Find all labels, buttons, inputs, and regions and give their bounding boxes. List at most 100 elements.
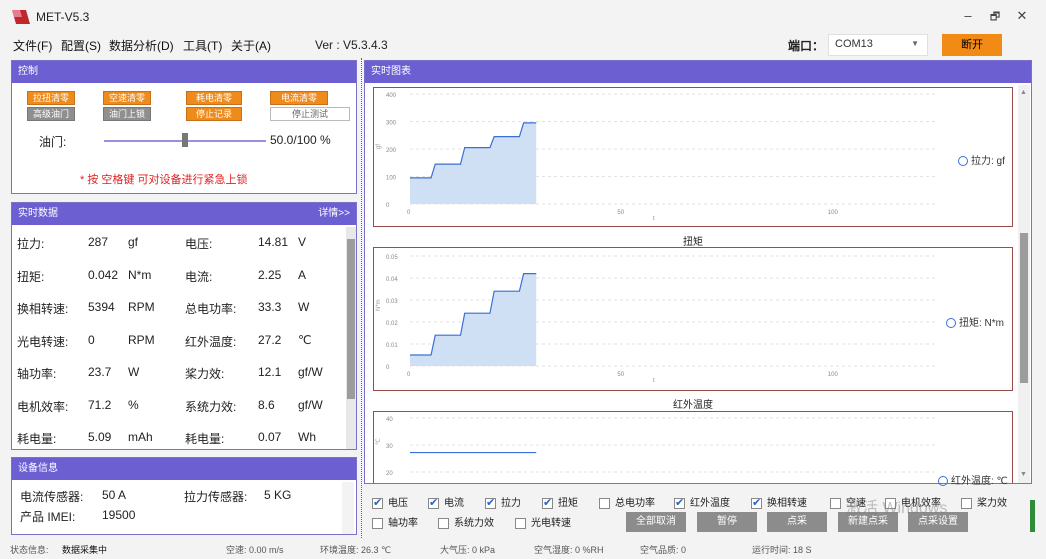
throttle-lock-button[interactable]: 油门上锁 bbox=[103, 107, 151, 121]
current-sensor-label: 电流传感器: bbox=[20, 490, 84, 504]
data-row: 换相转速: 5394 RPM 总电功率: 33.3 W bbox=[12, 300, 342, 320]
advanced-throttle-button[interactable]: 高级油门 bbox=[27, 107, 75, 121]
ir-temp-legend[interactable]: 红外温度: ℃ bbox=[938, 472, 1008, 487]
series-checkbox[interactable]: 系统力效 bbox=[438, 514, 494, 529]
series-checkbox[interactable]: 换相转速 bbox=[751, 494, 807, 509]
series-checkbox-label: 总电功率 bbox=[615, 498, 655, 509]
port-value: COM13 bbox=[835, 38, 873, 50]
app-logo-icon bbox=[12, 10, 30, 24]
checkbox-icon[interactable] bbox=[372, 517, 383, 529]
stop-test-button[interactable]: 停止测试 bbox=[270, 107, 350, 121]
data-unit: mAh bbox=[128, 430, 153, 444]
y-tick-label: 40 bbox=[386, 417, 393, 423]
series-checkbox[interactable]: 桨力效 bbox=[961, 494, 1007, 509]
series-checkbox[interactable]: 扭矩 bbox=[542, 494, 578, 509]
data-label: 拉力: bbox=[17, 237, 45, 251]
x-axis-label: t bbox=[653, 378, 655, 384]
checkbox-icon[interactable] bbox=[674, 496, 685, 509]
control-panel: 控制 拉扭清零 空速清零 耗电清零 电流清零 高级油门 油门上锁 停止记录 停止… bbox=[11, 60, 357, 194]
x-tick-label: 50 bbox=[617, 372, 624, 378]
torque-legend[interactable]: 扭矩: N*m bbox=[946, 314, 1004, 329]
x-tick-label: 0 bbox=[407, 372, 411, 378]
pause-button[interactable]: 暂停 bbox=[697, 512, 757, 532]
checkbox-icon[interactable] bbox=[438, 517, 449, 529]
data-value: 12.1 bbox=[258, 365, 282, 379]
stop-record-button[interactable]: 停止记录 bbox=[186, 107, 242, 121]
data-value: 287 bbox=[88, 235, 109, 249]
y-tick-label: 200 bbox=[386, 148, 397, 154]
data-unit: W bbox=[298, 300, 310, 314]
series-area bbox=[410, 273, 537, 366]
series-checkbox[interactable]: 光电转速 bbox=[515, 514, 571, 529]
series-checkbox[interactable]: 轴功率 bbox=[372, 514, 418, 529]
y-tick-label: 0.05 bbox=[386, 255, 398, 261]
series-checkbox[interactable]: 总电功率 bbox=[599, 494, 655, 509]
sample-point-button[interactable]: 点采 bbox=[767, 512, 827, 532]
force-sensor-label: 拉力传感器: bbox=[184, 490, 248, 504]
menu-tools[interactable]: 工具(T) bbox=[183, 37, 222, 54]
charts-scrollbar[interactable]: ▲ ▼ bbox=[1018, 85, 1030, 483]
port-select[interactable]: COM13 ▼ bbox=[828, 34, 928, 56]
device-info-scrollbar[interactable] bbox=[342, 482, 354, 534]
menu-data-analysis[interactable]: 数据分析(D) bbox=[109, 37, 174, 54]
menu-about[interactable]: 关于(A) bbox=[231, 37, 271, 54]
charts-scrollbar-thumb[interactable] bbox=[1020, 233, 1028, 383]
checkbox-icon[interactable] bbox=[830, 497, 841, 509]
checkbox-icon[interactable] bbox=[961, 497, 972, 509]
data-unit: N*m bbox=[128, 267, 152, 282]
data-unit: A bbox=[298, 267, 307, 282]
close-button[interactable]: ✕ bbox=[1012, 8, 1032, 24]
checkbox-icon[interactable] bbox=[372, 496, 383, 509]
series-area bbox=[410, 122, 537, 204]
reset-airspeed-button[interactable]: 空速清零 bbox=[103, 91, 151, 105]
checkbox-icon[interactable] bbox=[599, 497, 610, 509]
throttle-slider-thumb[interactable] bbox=[182, 133, 188, 147]
scroll-up-icon[interactable]: ▲ bbox=[1020, 89, 1027, 96]
data-value: 8.6 bbox=[258, 397, 275, 412]
series-checkbox-label: 系统力效 bbox=[454, 518, 494, 529]
restore-button[interactable]: 🗗 bbox=[985, 8, 1005, 27]
series-checkbox[interactable]: 电压 bbox=[372, 494, 408, 509]
series-checkbox[interactable]: 红外温度 bbox=[674, 494, 730, 509]
data-value: 33.3 bbox=[258, 300, 282, 314]
minimize-button[interactable]: ‒ bbox=[958, 8, 978, 23]
data-unit: RPM bbox=[128, 300, 155, 314]
realtime-scrollbar-thumb[interactable] bbox=[347, 239, 355, 399]
series-checkbox[interactable]: 拉力 bbox=[485, 494, 521, 509]
force-legend[interactable]: 拉力: gf bbox=[958, 152, 1005, 167]
data-value: 5394 bbox=[88, 300, 115, 314]
reset-energy-button[interactable]: 耗电清零 bbox=[186, 91, 242, 105]
force-sensor-value: 5 KG bbox=[264, 488, 292, 502]
checkbox-icon[interactable] bbox=[485, 496, 496, 509]
checkbox-icon[interactable] bbox=[515, 517, 526, 529]
scroll-down-icon[interactable]: ▼ bbox=[1020, 471, 1027, 478]
realtime-charts-panel: 实时图表 400 300 200 100 0 gf 0 50 100 t 拉力: gf 扭矩 0.… bbox=[364, 60, 1032, 487]
details-link[interactable]: 详情>> bbox=[318, 203, 350, 225]
checkbox-icon[interactable] bbox=[751, 496, 762, 509]
series-checkbox-label: 扭矩 bbox=[558, 498, 578, 509]
panel-divider bbox=[361, 58, 362, 538]
series-checkbox[interactable]: 电流 bbox=[428, 494, 464, 509]
x-tick-label: 100 bbox=[828, 372, 839, 378]
reset-force-torque-button[interactable]: 拉扭清零 bbox=[27, 91, 75, 105]
checkbox-icon[interactable] bbox=[428, 496, 439, 509]
resize-grip bbox=[1030, 500, 1035, 532]
data-unit: gf/W bbox=[298, 397, 323, 412]
reset-current-button[interactable]: 电流清零 bbox=[270, 91, 328, 105]
device-info-panel: 设备信息 电流传感器: 50 A 拉力传感器: 5 KG 产品 IMEI: 19… bbox=[11, 457, 357, 535]
checkbox-icon[interactable] bbox=[542, 496, 553, 509]
disconnect-button[interactable]: 断开 bbox=[942, 34, 1002, 56]
series-checkbox-label: 拉力 bbox=[501, 498, 521, 509]
y-tick-label: 400 bbox=[386, 93, 397, 99]
realtime-scrollbar[interactable] bbox=[346, 227, 356, 449]
menu-config[interactable]: 配置(S) bbox=[61, 37, 101, 54]
data-value: 2.25 bbox=[258, 267, 282, 282]
realtime-data-panel: 实时数据 详情>> 拉力: 287 gf 电压: 14.81 V 扭矩: 0.042 N*m 电流… bbox=[11, 202, 357, 450]
cancel-all-button[interactable]: 全部取消 bbox=[626, 512, 686, 532]
port-label: 端口： bbox=[788, 39, 825, 53]
y-tick-label: 100 bbox=[386, 176, 397, 182]
menu-file[interactable]: 文件(F) bbox=[13, 37, 52, 54]
data-unit: V bbox=[298, 235, 307, 249]
data-label: 耗电量: bbox=[17, 432, 57, 446]
chevron-down-icon: ▼ bbox=[911, 39, 919, 48]
